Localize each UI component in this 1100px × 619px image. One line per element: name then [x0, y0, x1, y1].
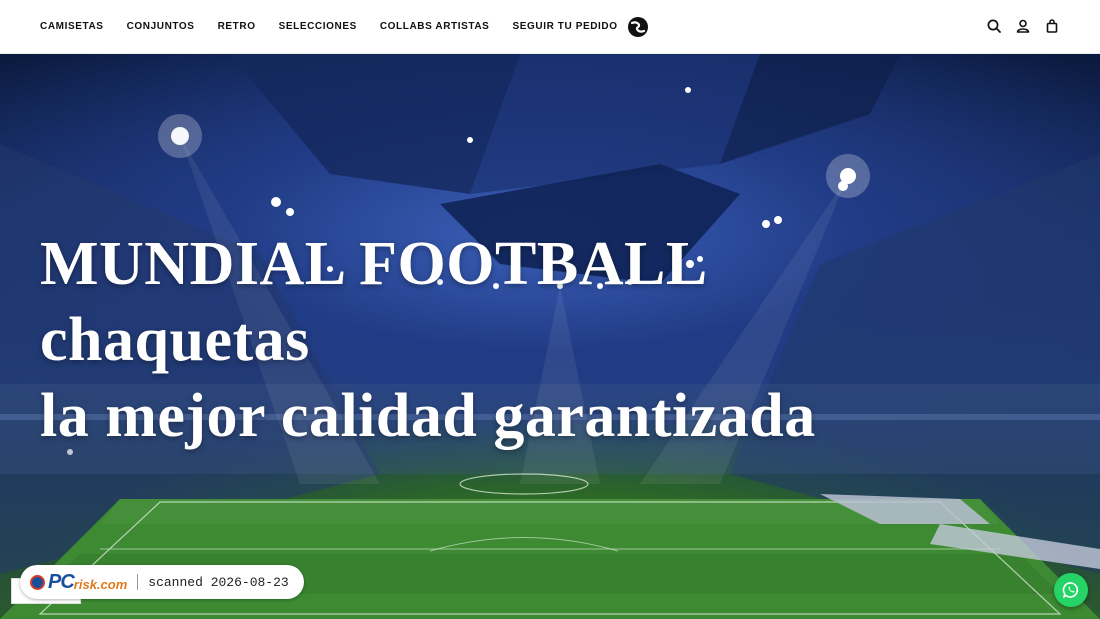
- pcrisk-scan-badge: PC risk.com scanned 2026-08-23: [20, 565, 304, 599]
- scan-date-text: scanned 2026-08-23: [148, 574, 289, 590]
- brand-logo-icon[interactable]: [627, 16, 648, 37]
- headline-line-2: chaquetas: [40, 306, 310, 374]
- hero-banner: MUNDIAL FOOTBALL chaquetas la mejor cali…: [0, 54, 1100, 619]
- pcrisk-logo-risk: risk.com: [73, 576, 128, 592]
- nav-item-camisetas[interactable]: CAMISETAS: [40, 21, 104, 32]
- header-icons: [986, 17, 1060, 35]
- pcrisk-logo: PC risk.com: [30, 571, 127, 594]
- headline-line-3: la mejor calidad garantizada: [40, 382, 816, 450]
- hero-headline: MUNDIAL FOOTBALL chaquetas la mejor cali…: [40, 226, 816, 454]
- account-icon[interactable]: [1015, 17, 1031, 35]
- badge-divider: [137, 574, 139, 590]
- cart-icon[interactable]: [1044, 17, 1060, 35]
- search-icon[interactable]: [986, 17, 1002, 35]
- whatsapp-chat-button[interactable]: [1054, 573, 1088, 607]
- headline-line-1: MUNDIAL FOOTBALL: [40, 230, 708, 298]
- nav-item-retro[interactable]: RETRO: [218, 21, 256, 32]
- whatsapp-icon: [1062, 582, 1079, 598]
- nav-item-collabs-artistas[interactable]: COLLABS ARTISTAS: [380, 21, 490, 32]
- nav-item-seguir-tu-pedido[interactable]: SEGUIR TU PEDIDO: [512, 21, 617, 32]
- main-nav: CAMISETAS CONJUNTOS RETRO SELECCIONES CO…: [40, 16, 648, 37]
- nav-item-selecciones[interactable]: SELECCIONES: [279, 21, 357, 32]
- nav-item-conjuntos[interactable]: CONJUNTOS: [127, 21, 195, 32]
- top-navigation-bar: CAMISETAS CONJUNTOS RETRO SELECCIONES CO…: [0, 0, 1100, 54]
- pcrisk-logo-pc: PC: [48, 570, 75, 593]
- pcrisk-magnifier-icon: [30, 574, 45, 590]
